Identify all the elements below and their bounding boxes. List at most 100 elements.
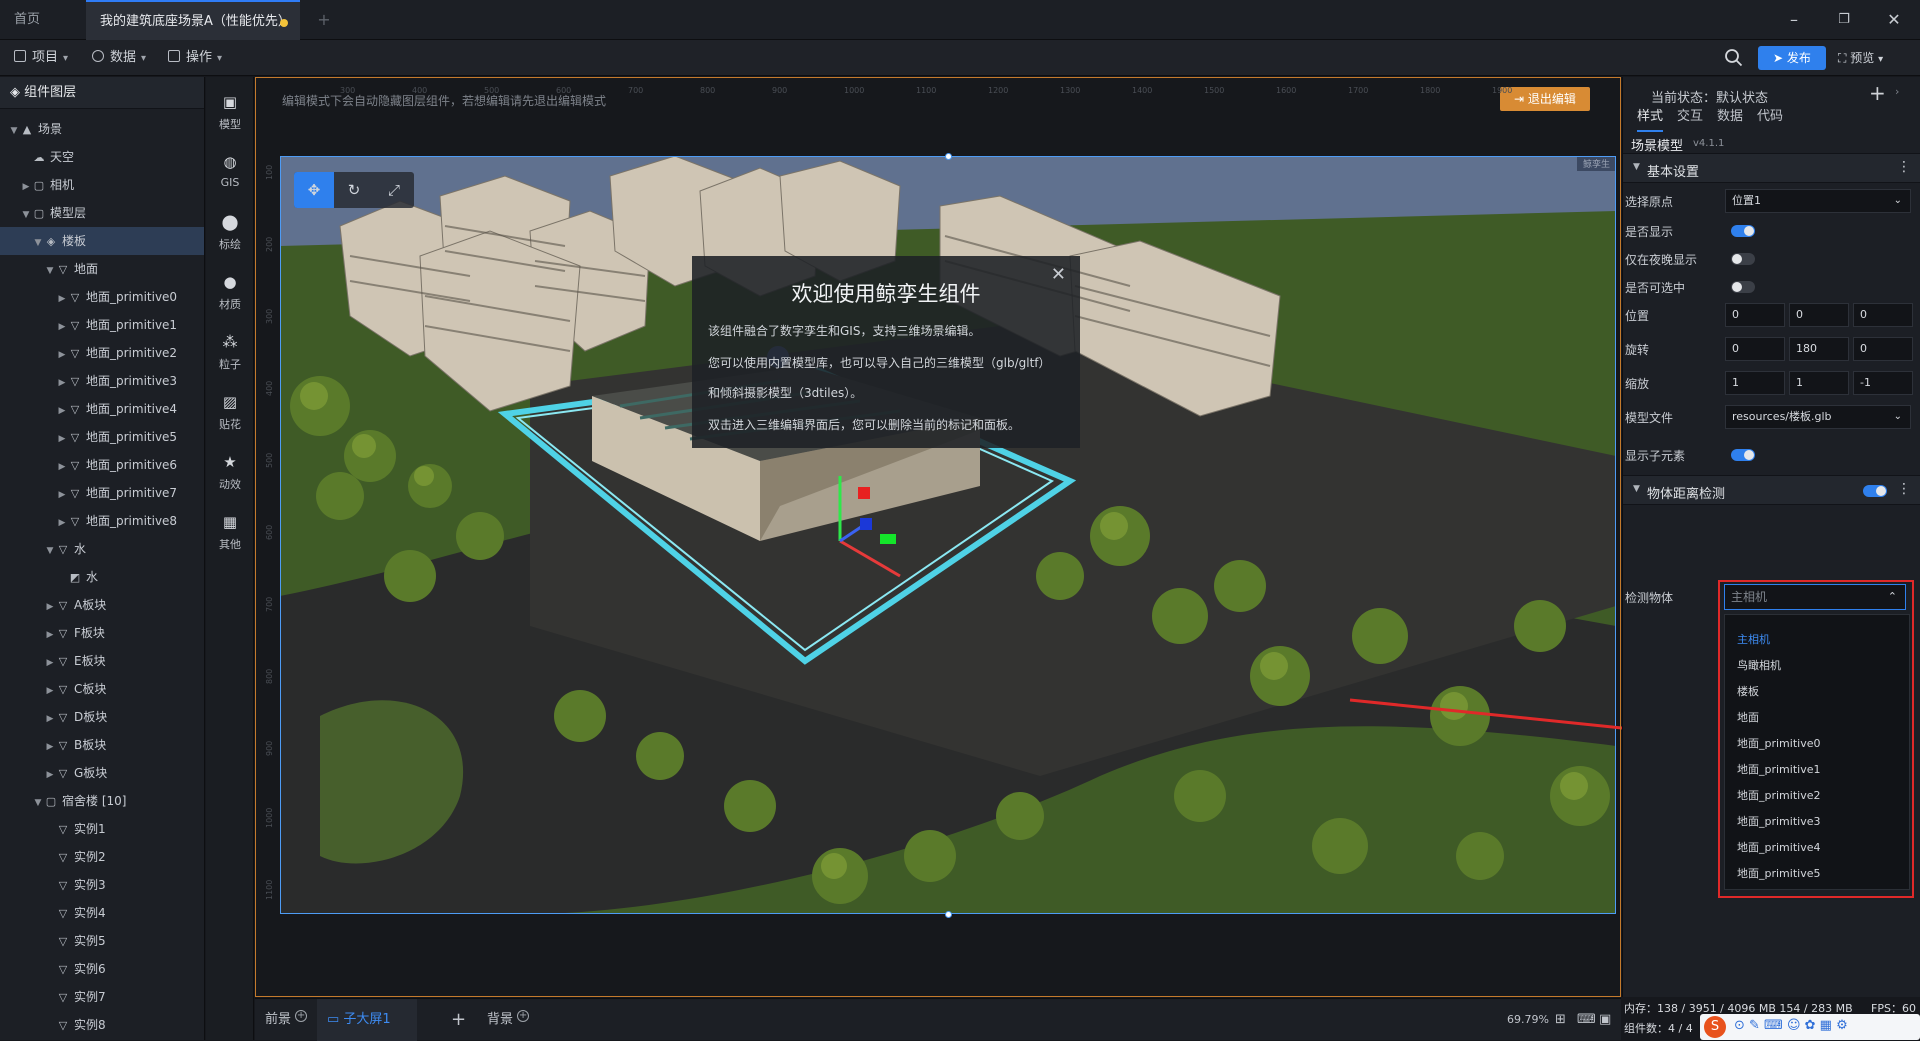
caret-right-icon[interactable]: ▶	[44, 593, 56, 621]
layer-tree-item[interactable]: ▽ 实例5	[0, 927, 204, 955]
caret-right-icon[interactable]: ▶	[56, 425, 68, 453]
more-vertical-icon[interactable]: ⋮	[1897, 159, 1911, 175]
layer-tree-item[interactable]: ▶ ▽ 地面_primitive6	[0, 451, 204, 479]
layer-tree-item[interactable]: ▶ ▽ 地面_primitive4	[0, 395, 204, 423]
scale-y-input[interactable]: 1	[1789, 371, 1849, 395]
tab-scene[interactable]: 我的建筑底座场景A（性能优先）	[86, 0, 300, 40]
tab-style[interactable]: 样式	[1637, 99, 1664, 132]
more-vertical-icon[interactable]: ⋮	[1897, 481, 1911, 497]
layer-tree-item[interactable]: ▽ 实例8	[0, 1011, 204, 1039]
caret-right-icon[interactable]: ▶	[44, 761, 56, 789]
layer-tree-item[interactable]: ▶ ▽ 地面_primitive5	[0, 423, 204, 451]
caret-right-icon[interactable]: ▶	[56, 285, 68, 313]
layer-tree-item[interactable]: ▶ ▽ 地面_primitive1	[0, 311, 204, 339]
layer-tree-item[interactable]: ▽ 实例7	[0, 983, 204, 1011]
component-marker[interactable]: ⬤ 标绘	[206, 205, 254, 263]
layer-tree-item[interactable]: ▶ ▽ 地面_primitive8	[0, 507, 204, 535]
menu-operation[interactable]: 操作 ▾	[168, 40, 222, 76]
selectable-toggle[interactable]	[1731, 281, 1755, 293]
restore-icon[interactable]: ❐	[1832, 8, 1856, 32]
layer-tree-item[interactable]: ▶ ▽ A板块	[0, 591, 204, 619]
origin-select[interactable]: 位置1 ⌄	[1725, 189, 1911, 213]
layer-tree-item[interactable]: ▼ ▲ 场景	[0, 115, 204, 143]
caret-right-icon[interactable]: ▶	[56, 453, 68, 481]
layer-tree-item[interactable]: ▽ 实例6	[0, 955, 204, 983]
tab-code[interactable]: 代码	[1757, 105, 1783, 124]
layer-tree-item[interactable]: ▽ 实例2	[0, 843, 204, 871]
add-screen-icon[interactable]: +	[451, 999, 466, 1041]
distance-detection-toggle[interactable]	[1863, 485, 1887, 497]
scale-z-input[interactable]: -1	[1853, 371, 1913, 395]
caret-down-icon[interactable]: ▼	[44, 537, 56, 565]
console-icon[interactable]: ▣	[1599, 999, 1611, 1041]
layer-tree-item[interactable]: ▽ 实例4	[0, 899, 204, 927]
caret-right-icon[interactable]: ▶	[56, 313, 68, 341]
caret-right-icon[interactable]: ▶	[44, 733, 56, 761]
component-particle[interactable]: ⁂ 粒子	[206, 325, 254, 383]
layer-tree-item[interactable]: ▶ ▽ G板块	[0, 759, 204, 787]
ime-toolbar[interactable]: S ⊙ ✎ ⌨ ☺ ✿ ▦ ⚙	[1700, 1014, 1920, 1040]
caret-right-icon[interactable]: ▶	[44, 705, 56, 733]
component-model[interactable]: ▣ 模型	[206, 85, 254, 143]
minimize-icon[interactable]: –	[1782, 8, 1806, 32]
night-only-toggle[interactable]	[1731, 253, 1755, 265]
layer-tree-item[interactable]: ▶ ▽ D板块	[0, 703, 204, 731]
visible-toggle[interactable]	[1731, 225, 1755, 237]
close-window-icon[interactable]: ✕	[1882, 8, 1906, 32]
sub-screen-tab[interactable]: ▭ 子大屏1	[317, 999, 417, 1041]
layer-tree-item[interactable]: ▼ ◈ 楼板	[0, 227, 204, 255]
add-circle-icon[interactable]: +	[295, 1010, 308, 1022]
caret-right-icon[interactable]: ▶	[56, 369, 68, 397]
caret-down-icon[interactable]: ▼	[32, 229, 44, 257]
caret-right-icon[interactable]: ▶	[44, 677, 56, 705]
chevron-right-icon[interactable]: ›	[1895, 85, 1899, 98]
layer-tree-item[interactable]: ▶ ▽ C板块	[0, 675, 204, 703]
menu-project[interactable]: 项目 ▾	[14, 40, 68, 76]
new-tab-icon[interactable]: +	[312, 8, 336, 32]
keyboard-icon[interactable]: ⌨	[1577, 999, 1596, 1041]
section-basic-settings[interactable]: ▼ 基本设置 ⋮	[1623, 153, 1920, 183]
model-file-select[interactable]: resources/楼板.glb ⌄	[1725, 405, 1911, 429]
layer-tree-item[interactable]: ▶ ▽ 地面_primitive3	[0, 367, 204, 395]
layer-tree-item[interactable]: ▼ ▢ 宿舍楼 [10]	[0, 787, 204, 815]
publish-button[interactable]: ➤ 发布	[1758, 46, 1826, 70]
caret-down-icon[interactable]: ▼	[8, 117, 20, 145]
component-other[interactable]: ▦ 其他	[206, 505, 254, 563]
position-z-input[interactable]: 0	[1853, 303, 1913, 327]
tab-home[interactable]: 首页	[0, 0, 86, 40]
caret-down-icon[interactable]: ▼	[44, 257, 56, 285]
position-x-input[interactable]: 0	[1725, 303, 1785, 327]
zoom-level[interactable]: 69.79%	[1507, 999, 1549, 1041]
caret-right-icon[interactable]: ▶	[56, 481, 68, 509]
caret-right-icon[interactable]: ▶	[56, 509, 68, 537]
background-layer-tab[interactable]: 背景 +	[487, 999, 530, 1041]
caret-right-icon[interactable]: ▶	[44, 649, 56, 677]
layer-tree-item[interactable]: ▶ ▽ 地面_primitive7	[0, 479, 204, 507]
menu-data[interactable]: 数据 ▾	[92, 40, 146, 76]
layer-tree-item[interactable]: ▶ ▽ E板块	[0, 647, 204, 675]
layer-tree-item[interactable]: ▶ ▽ B板块	[0, 731, 204, 759]
scale-x-input[interactable]: 1	[1725, 371, 1785, 395]
add-circle-icon[interactable]: +	[517, 1010, 530, 1022]
rotation-x-input[interactable]: 0	[1725, 337, 1785, 361]
search-icon[interactable]	[1724, 48, 1744, 68]
layer-tree-item[interactable]: ▶ ▽ 地面_primitive2	[0, 339, 204, 367]
caret-down-icon[interactable]: ▼	[20, 201, 32, 229]
section-distance-detection[interactable]: ▼ 物体距离检测 ⋮	[1623, 475, 1920, 505]
layer-tree-item[interactable]: ▶ ▢ 相机	[0, 171, 204, 199]
layer-tree-item[interactable]: ▼ ▽ 水	[0, 535, 204, 563]
layer-tree-item[interactable]: ◩ 水	[0, 563, 204, 591]
caret-right-icon[interactable]: ▶	[56, 397, 68, 425]
component-material[interactable]: ● 材质	[206, 265, 254, 323]
caret-right-icon[interactable]: ▶	[44, 621, 56, 649]
component-gis[interactable]: ◍ GIS	[206, 145, 254, 203]
layer-tree-item[interactable]: ▽ 实例3	[0, 871, 204, 899]
rotation-y-input[interactable]: 180	[1789, 337, 1849, 361]
layer-tree-item[interactable]: ▼ ▢ 模型层	[0, 199, 204, 227]
caret-right-icon[interactable]: ▶	[20, 173, 32, 201]
layer-tree-item[interactable]: ☁ 天空	[0, 143, 204, 171]
tab-interaction[interactable]: 交互	[1677, 105, 1703, 124]
component-decal[interactable]: ▨ 贴花	[206, 385, 254, 443]
foreground-layer-tab[interactable]: 前景 +	[265, 999, 308, 1041]
tab-data[interactable]: 数据	[1717, 105, 1743, 124]
